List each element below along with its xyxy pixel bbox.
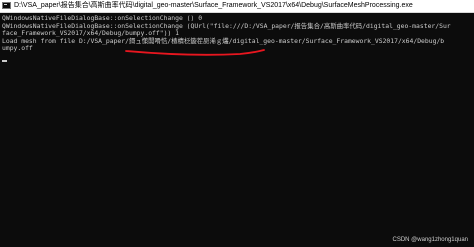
console-app-icon (2, 2, 11, 9)
console-output[interactable]: QWindowsNativeFileDialogBase::onSelectio… (2, 14, 472, 245)
console-window: D:\VSA_paper\报告集合\高斯曲率代码\digital_geo-mas… (0, 0, 474, 247)
text-cursor (2, 60, 7, 62)
console-line: umpy.off (2, 44, 33, 52)
title-bar[interactable]: D:\VSA_paper\报告集合\高斯曲率代码\digital_geo-mas… (0, 0, 474, 13)
window-title: D:\VSA_paper\报告集合\高斯曲率代码\digital_geo-mas… (14, 2, 413, 9)
console-line: Load mesh from file D:/VSA_paper/鎶ュ憡闆嗗悎/… (2, 36, 445, 45)
watermark: CSDN @wang1zhong1quan (392, 237, 468, 243)
